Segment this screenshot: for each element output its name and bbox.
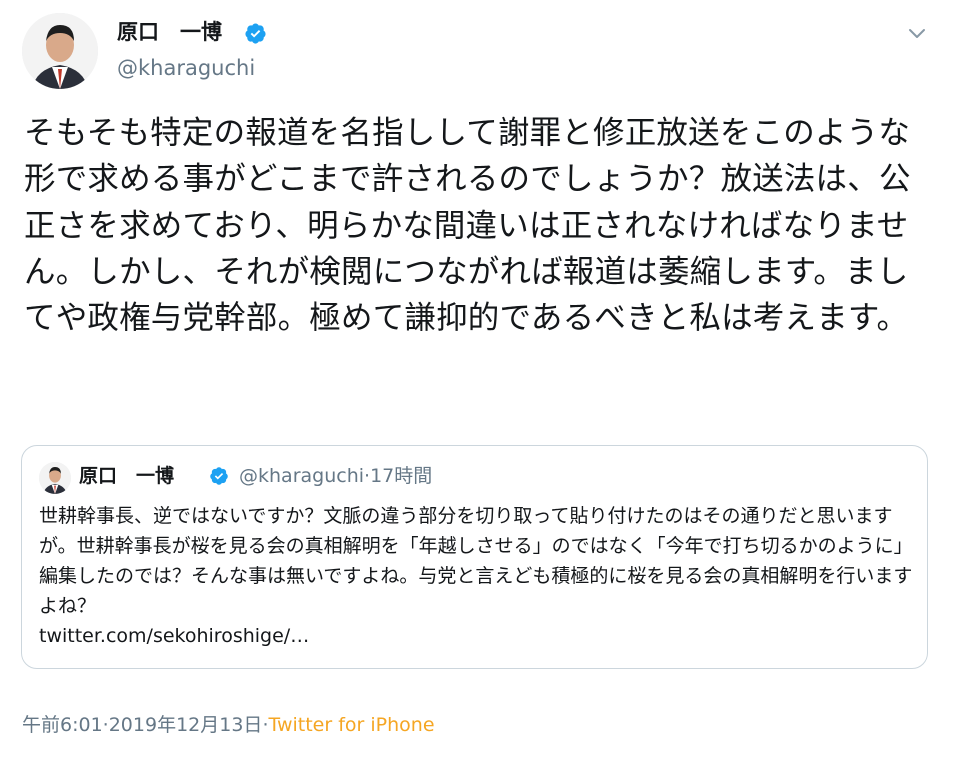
- quoted-tweet-text-block: 世耕幹事長、逆ではないですか？文脈の違う部分を切り取って貼り付けたのはその通りだ…: [39, 501, 919, 651]
- tweet-card: 原口 一博 @kharaguchi そもそも特定の報道を名指しして謝罪と修正放送…: [0, 0, 954, 764]
- quoted-author-display-name: 原口 一博: [79, 465, 175, 487]
- author-handle[interactable]: @kharaguchi: [117, 54, 255, 82]
- tweet-time[interactable]: 午前6:01: [22, 712, 103, 738]
- verified-badge-icon: [245, 23, 266, 44]
- author-avatar[interactable]: [22, 13, 98, 89]
- verified-badge-icon: [210, 467, 228, 485]
- quoted-tweet-time: 17時間: [370, 465, 433, 487]
- author-display-name[interactable]: 原口 一博: [117, 18, 222, 46]
- tweet-date[interactable]: 2019年12月13日: [109, 712, 263, 738]
- quoted-tweet[interactable]: 原口 一博 @kharaguchi · 17時間 世耕幹事長、逆ではないですか？…: [21, 445, 928, 669]
- quoted-tweet-link[interactable]: twitter.com/sekohiroshige/…: [39, 625, 309, 647]
- quoted-tweet-meta: @kharaguchi · 17時間: [239, 463, 432, 489]
- tweet-text: そもそも特定の報道を名指しして謝罪と修正放送をこのような形で求める事がどこまで許…: [24, 115, 911, 337]
- chevron-down-icon[interactable]: [904, 24, 930, 44]
- quoted-author-avatar: [39, 462, 71, 494]
- tweet-footer: 午前6:01 · 2019年12月13日 · Twitter for iPhon…: [22, 712, 435, 738]
- quoted-tweet-text: 世耕幹事長、逆ではないですか？文脈の違う部分を切り取って貼り付けたのはその通りだ…: [39, 505, 913, 617]
- tweet-source-link[interactable]: Twitter for iPhone: [268, 712, 434, 738]
- quoted-author-handle: @kharaguchi: [239, 465, 365, 487]
